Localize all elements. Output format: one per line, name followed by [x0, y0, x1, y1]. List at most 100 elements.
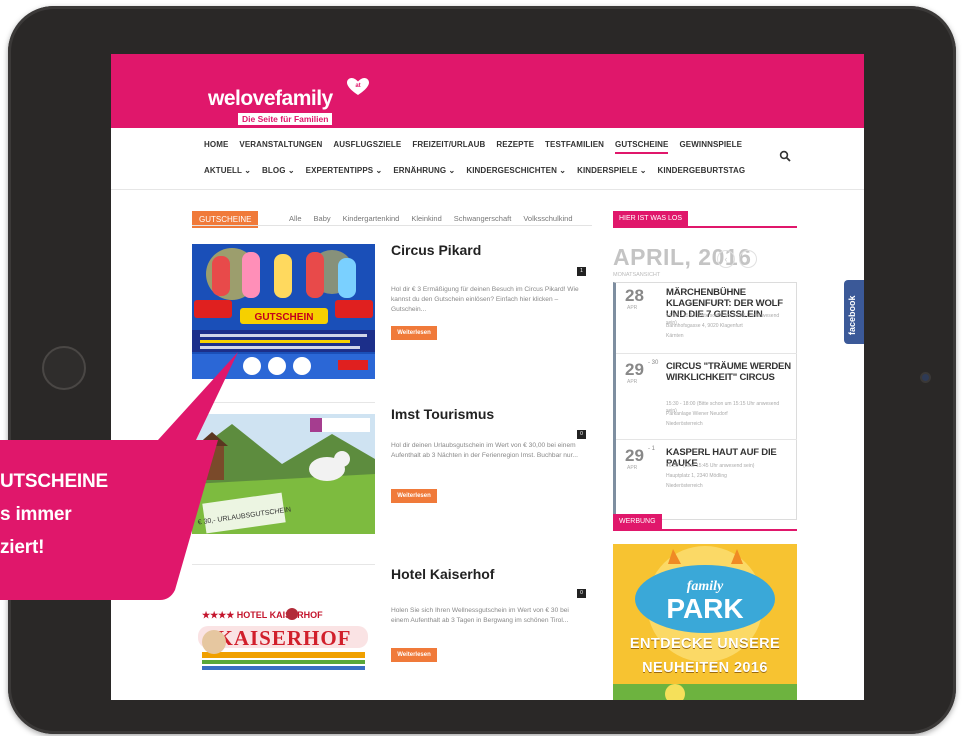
svg-text:PARK: PARK: [666, 593, 743, 624]
event-day-range: - 30: [648, 360, 659, 366]
nav-item-secondary-5[interactable]: KINDERSPIELE ⌄: [577, 166, 646, 175]
event-location: Parkanlage Wiener Neudorf: [666, 411, 728, 417]
event-day-range: - 1: [648, 446, 656, 452]
item-excerpt: Holen Sie sich Ihren Wellnessgutschein i…: [391, 607, 569, 624]
events-section-rule: [613, 226, 797, 228]
event-divider: [616, 353, 797, 354]
nav-item-primary-7[interactable]: GEWINNSPIELE: [679, 140, 742, 154]
comment-count: 0: [577, 589, 586, 598]
screen: welovefamily at Die Seite für Familien H…: [111, 54, 864, 700]
item-excerpt: Hol dir € 3 Ermäßigung für deinen Besuch…: [391, 286, 579, 313]
nav-item-primary-6[interactable]: GUTSCHEINE: [615, 140, 669, 154]
nav-item-secondary-2[interactable]: EXPERTENTIPPS ⌄: [306, 166, 383, 175]
event-day: 28: [625, 286, 644, 305]
circus-poster-graphic: GUTSCHEIN: [192, 244, 375, 379]
read-more-button[interactable]: Weiterlesen: [391, 648, 437, 662]
site-tagline: Die Seite für Familien: [238, 113, 333, 125]
item-excerpt: Hol dir deinen Urlaubsgutschein im Wert …: [391, 442, 578, 459]
comment-count: 0: [577, 430, 586, 439]
section-divider: [192, 225, 592, 226]
read-more-button[interactable]: Weiterlesen: [391, 326, 437, 340]
item-title-circus-pikard[interactable]: Circus Pikard: [391, 242, 481, 258]
familypark-ad[interactable]: family PARK ENTDECKE UNSERE NEUHEITEN 20…: [613, 544, 797, 700]
filter-link-3[interactable]: Kleinkind: [411, 214, 441, 223]
filter-link-0[interactable]: Alle: [289, 214, 302, 223]
filter-link-1[interactable]: Baby: [314, 214, 331, 223]
imst-voucher-graphic: € 30,- URLAUBSGUTSCHEIN: [192, 414, 375, 534]
filter-link-2[interactable]: Kindergartenkind: [343, 214, 400, 223]
kaiserhof-caption: ★★★★ HOTEL KAISERHOF: [202, 610, 323, 620]
familypark-ad-graphic: family PARK: [613, 544, 797, 700]
item-title-hotel-kaiserhof[interactable]: Hotel Kaiserhof: [391, 566, 494, 582]
month-view-link[interactable]: MONATSANSICHT: [613, 272, 660, 278]
search-icon[interactable]: [779, 150, 791, 162]
nav-item-primary-5[interactable]: TESTFAMILIEN: [545, 140, 604, 154]
kaiserhof-logo-graphic: ★★★★ HOTEL KAISERHOF KAISERHOF: [192, 602, 375, 682]
read-more-button[interactable]: Weiterlesen: [391, 489, 437, 503]
category-filters: Alle Baby Kindergartenkind Kleinkind Schwang…: [289, 214, 573, 223]
event-title[interactable]: CIRCUS "TRÄUME WERDEN WIRKLICHKEIT" CIRC…: [666, 361, 794, 383]
ad-subline: NEUHEITEN 2016: [642, 660, 768, 676]
filter-link-5[interactable]: Volksschulkind: [523, 214, 572, 223]
nav-item-primary-4[interactable]: REZEPTE: [496, 140, 534, 154]
nav-item-primary-2[interactable]: AUSFLUGSZIELE: [333, 140, 401, 154]
next-month-button[interactable]: ›: [739, 250, 757, 268]
nav-item-secondary-3[interactable]: ERNÄHRUNG ⌄: [393, 166, 455, 175]
main-navigation: HOME VERANSTALTUNGEN AUSFLUGSZIELE FREIZEIT…: [111, 128, 864, 190]
nav-item-primary-0[interactable]: HOME: [204, 140, 228, 154]
events-list: 28 APR MÄRCHENBÜHNE KLAGENFURT: DER WOLF…: [613, 282, 797, 520]
nav-item-secondary-4[interactable]: KINDERGESCHICHTEN ⌄: [466, 166, 566, 175]
callout-line-2: s immer: [0, 504, 72, 525]
circus-pikard-image[interactable]: GUTSCHEIN: [192, 244, 375, 379]
nav-item-secondary-0[interactable]: AKTUELL ⌄: [204, 166, 251, 175]
callout-line-3: ziert!: [0, 537, 45, 558]
site-header: welovefamily at Die Seite für Familien: [111, 54, 864, 128]
event-item[interactable]: 29 - 1 APR KASPERL HAUT AUF DIE PAUKE 16…: [616, 443, 797, 513]
event-item[interactable]: 28 APR MÄRCHENBÜHNE KLAGENFURT: DER WOLF…: [616, 283, 797, 345]
ad-headline: ENTDECKE UNSERE: [629, 636, 781, 652]
event-divider: [616, 439, 797, 440]
prev-month-button[interactable]: ‹: [717, 250, 735, 268]
events-section-label: HIER IST WAS LOS: [613, 211, 689, 226]
nav-item-primary-3[interactable]: FREIZEIT/URLAUB: [412, 140, 485, 154]
nav-row-primary: HOME VERANSTALTUNGEN AUSFLUGSZIELE FREIZEIT…: [204, 140, 753, 154]
imst-tourismus-image[interactable]: € 30,- URLAUBSGUTSCHEIN: [192, 414, 375, 549]
event-location: Hauptplatz 1, 2340 Mödling: [666, 473, 727, 479]
site-logo[interactable]: welovefamily: [208, 87, 333, 111]
facebook-tab-label: facebook: [847, 295, 857, 335]
facebook-tab[interactable]: facebook: [844, 280, 864, 344]
ad-section-rule: [613, 529, 797, 531]
home-button[interactable]: [42, 346, 86, 390]
event-region: Niederösterreich: [666, 421, 703, 427]
svg-text:family: family: [687, 579, 724, 594]
logo-badge-text: at: [355, 83, 360, 89]
ad-section-label: WERBUNG: [613, 514, 662, 529]
comment-count: 1: [577, 267, 586, 276]
event-region: Kärnten: [666, 333, 684, 339]
event-item[interactable]: 29 - 30 APR CIRCUS "TRÄUME WERDEN WIRKLI…: [616, 357, 797, 437]
item-title-imst-tourismus[interactable]: Imst Tourismus: [391, 406, 494, 422]
filter-link-4[interactable]: Schwangerschaft: [454, 214, 512, 223]
nav-item-secondary-6[interactable]: KINDERGEBURTSTAG: [658, 166, 746, 175]
hotel-kaiserhof-image[interactable]: ★★★★ HOTEL KAISERHOF KAISERHOF: [192, 602, 375, 700]
event-month: APR: [627, 379, 638, 385]
event-day: 29: [625, 360, 644, 379]
heart-logo-icon: at: [347, 78, 369, 95]
calendar-nav: ‹ ›: [717, 250, 757, 268]
nav-item-primary-1[interactable]: VERANSTALTUNGEN: [239, 140, 322, 154]
event-location: Bahnhofsgasse 4, 9020 Klagenfurt: [666, 323, 743, 329]
callout-line-1: UTSCHEINE: [0, 471, 108, 492]
nav-row-secondary: AKTUELL ⌄ BLOG ⌄ EXPERTENTIPPS ⌄ ERNÄHRUNG …: [204, 166, 756, 175]
event-time: 16:00 - (Bitte 15:45 Uhr anwesend sein): [666, 463, 755, 469]
tablet-frame: welovefamily at Die Seite für Familien H…: [8, 6, 956, 734]
item-divider: [192, 402, 375, 403]
event-month: APR: [627, 305, 638, 311]
svg-text:KAISERHOF: KAISERHOF: [216, 626, 351, 650]
camera-icon: [922, 374, 929, 381]
nav-item-secondary-1[interactable]: BLOG ⌄: [262, 166, 295, 175]
event-month: APR: [627, 465, 638, 471]
event-region: Niederösterreich: [666, 483, 703, 489]
item-divider: [192, 564, 375, 565]
promo-callout-text: UTSCHEINE s immer ziert!: [0, 465, 108, 564]
event-day: 29: [625, 446, 644, 465]
